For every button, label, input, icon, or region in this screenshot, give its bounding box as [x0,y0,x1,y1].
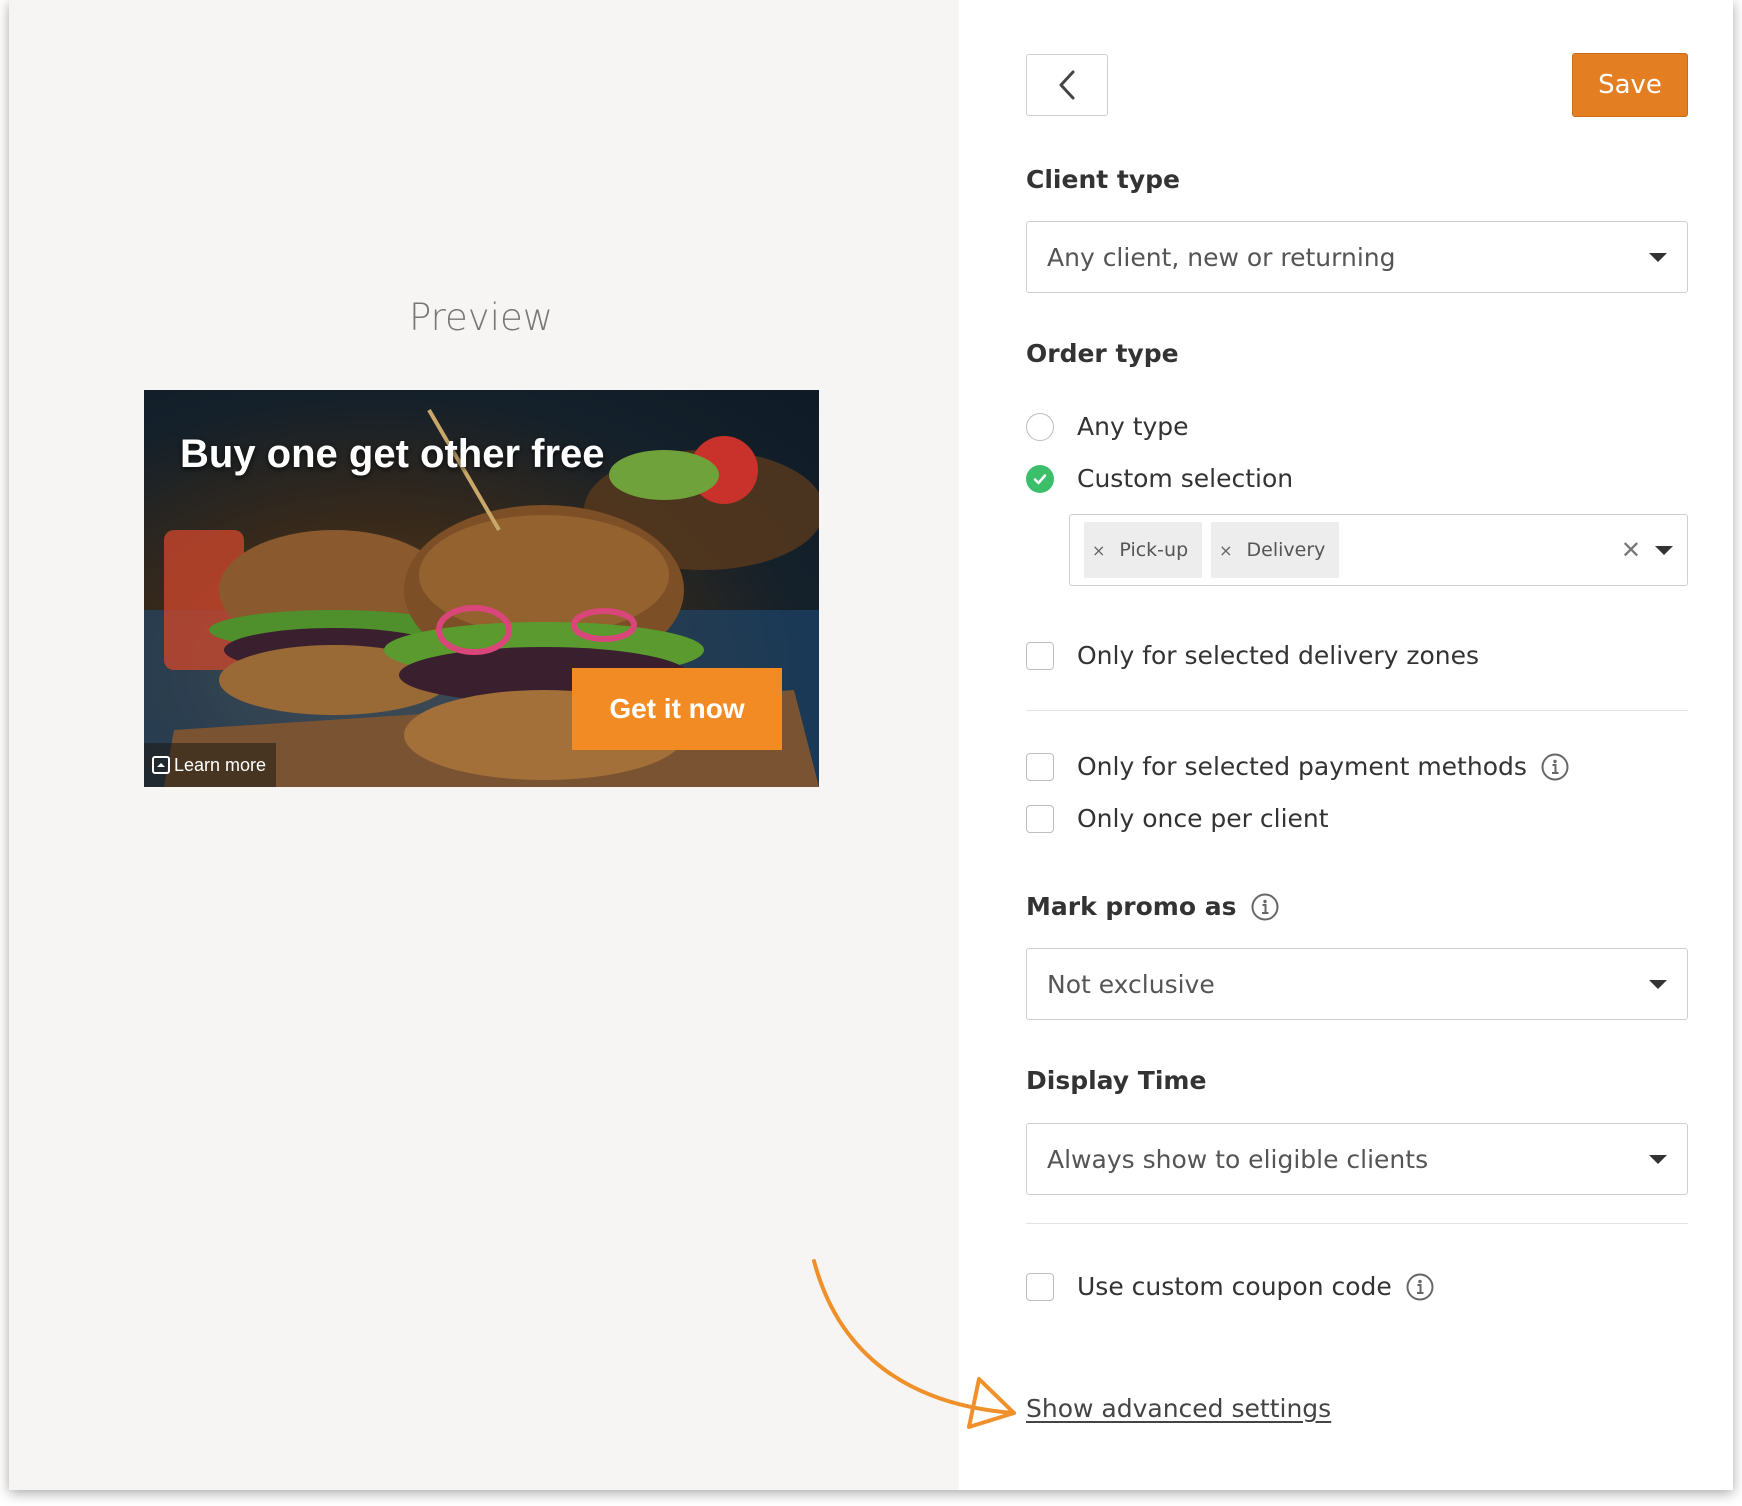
preview-panel: Preview Buy one get other free Get it no… [9,0,1016,1490]
checkbox-empty-icon [1026,1272,1054,1301]
clear-selection-icon[interactable]: ✕ [1621,536,1641,564]
order-type-custom-label: Custom selection [1077,464,1294,493]
learn-more-label: Learn more [174,754,267,775]
order-type-any-label: Any type [1077,412,1189,441]
mark-promo-label: Mark promo as [1026,892,1279,921]
mark-promo-value: Not exclusive [1047,969,1215,999]
remove-chip-icon[interactable]: × [1219,541,1232,560]
order-type-any-radio[interactable]: Any type [1026,412,1189,441]
client-type-value: Any client, new or returning [1047,242,1396,272]
custom-coupon-label: Use custom coupon code [1077,1272,1392,1301]
delivery-zones-label: Only for selected delivery zones [1077,641,1480,670]
chevron-down-icon[interactable] [1655,545,1673,555]
mark-promo-select[interactable]: Not exclusive [1026,948,1688,1020]
display-time-label: Display Time [1026,1066,1207,1095]
chevron-down-icon [1649,252,1667,262]
payment-methods-checkbox[interactable]: Only for selected payment methods [1026,752,1569,781]
hint-arrow [812,1259,1016,1429]
order-type-label: Order type [1026,339,1179,368]
once-per-client-label: Only once per client [1077,804,1329,833]
radio-empty-icon [1026,412,1054,441]
learn-more-link[interactable]: Learn more [144,743,277,787]
payment-methods-label: Only for selected payment methods [1077,752,1527,781]
info-icon[interactable] [1541,753,1569,781]
custom-coupon-checkbox[interactable]: Use custom coupon code [1026,1272,1434,1301]
display-time-select[interactable]: Always show to eligible clients [1026,1123,1688,1195]
chip-pickup: × Pick-up [1084,522,1203,578]
checkbox-empty-icon [1026,641,1054,670]
promo-editor-window: Preview Buy one get other free Get it no… [9,0,1733,1490]
expand-up-icon [152,756,170,774]
chevron-left-icon [1059,70,1075,100]
delivery-zones-checkbox[interactable]: Only for selected delivery zones [1026,641,1479,670]
display-time-value: Always show to eligible clients [1047,1144,1429,1174]
save-button[interactable]: Save [1572,53,1688,117]
show-advanced-settings-link[interactable]: Show advanced settings [1026,1394,1331,1423]
info-icon[interactable] [1251,893,1279,921]
divider [1026,1223,1688,1224]
checkbox-empty-icon [1026,752,1054,781]
chip-label: Pick-up [1119,539,1189,561]
chevron-down-icon [1649,1154,1667,1164]
promo-banner-preview: Buy one get other free Get it now Learn … [144,390,819,787]
chip-delivery: × Delivery [1211,522,1340,578]
radio-checked-icon [1026,464,1054,493]
remove-chip-icon[interactable]: × [1092,541,1105,560]
once-per-client-checkbox[interactable]: Only once per client [1026,804,1329,833]
order-type-multiselect[interactable]: × Pick-up × Delivery ✕ [1069,514,1688,586]
banner-headline: Buy one get other free [180,432,605,476]
chevron-down-icon [1649,979,1667,989]
get-it-now-button[interactable]: Get it now [572,668,782,750]
order-type-custom-radio[interactable]: Custom selection [1026,464,1293,493]
checkbox-empty-icon [1026,804,1054,833]
chip-label: Delivery [1246,539,1326,561]
back-button[interactable] [1026,54,1108,116]
divider [1026,710,1688,711]
info-icon[interactable] [1406,1273,1434,1301]
preview-title: Preview [408,296,554,339]
mark-promo-text: Mark promo as [1026,892,1237,921]
client-type-label: Client type [1026,165,1180,194]
client-type-select[interactable]: Any client, new or returning [1026,221,1688,293]
